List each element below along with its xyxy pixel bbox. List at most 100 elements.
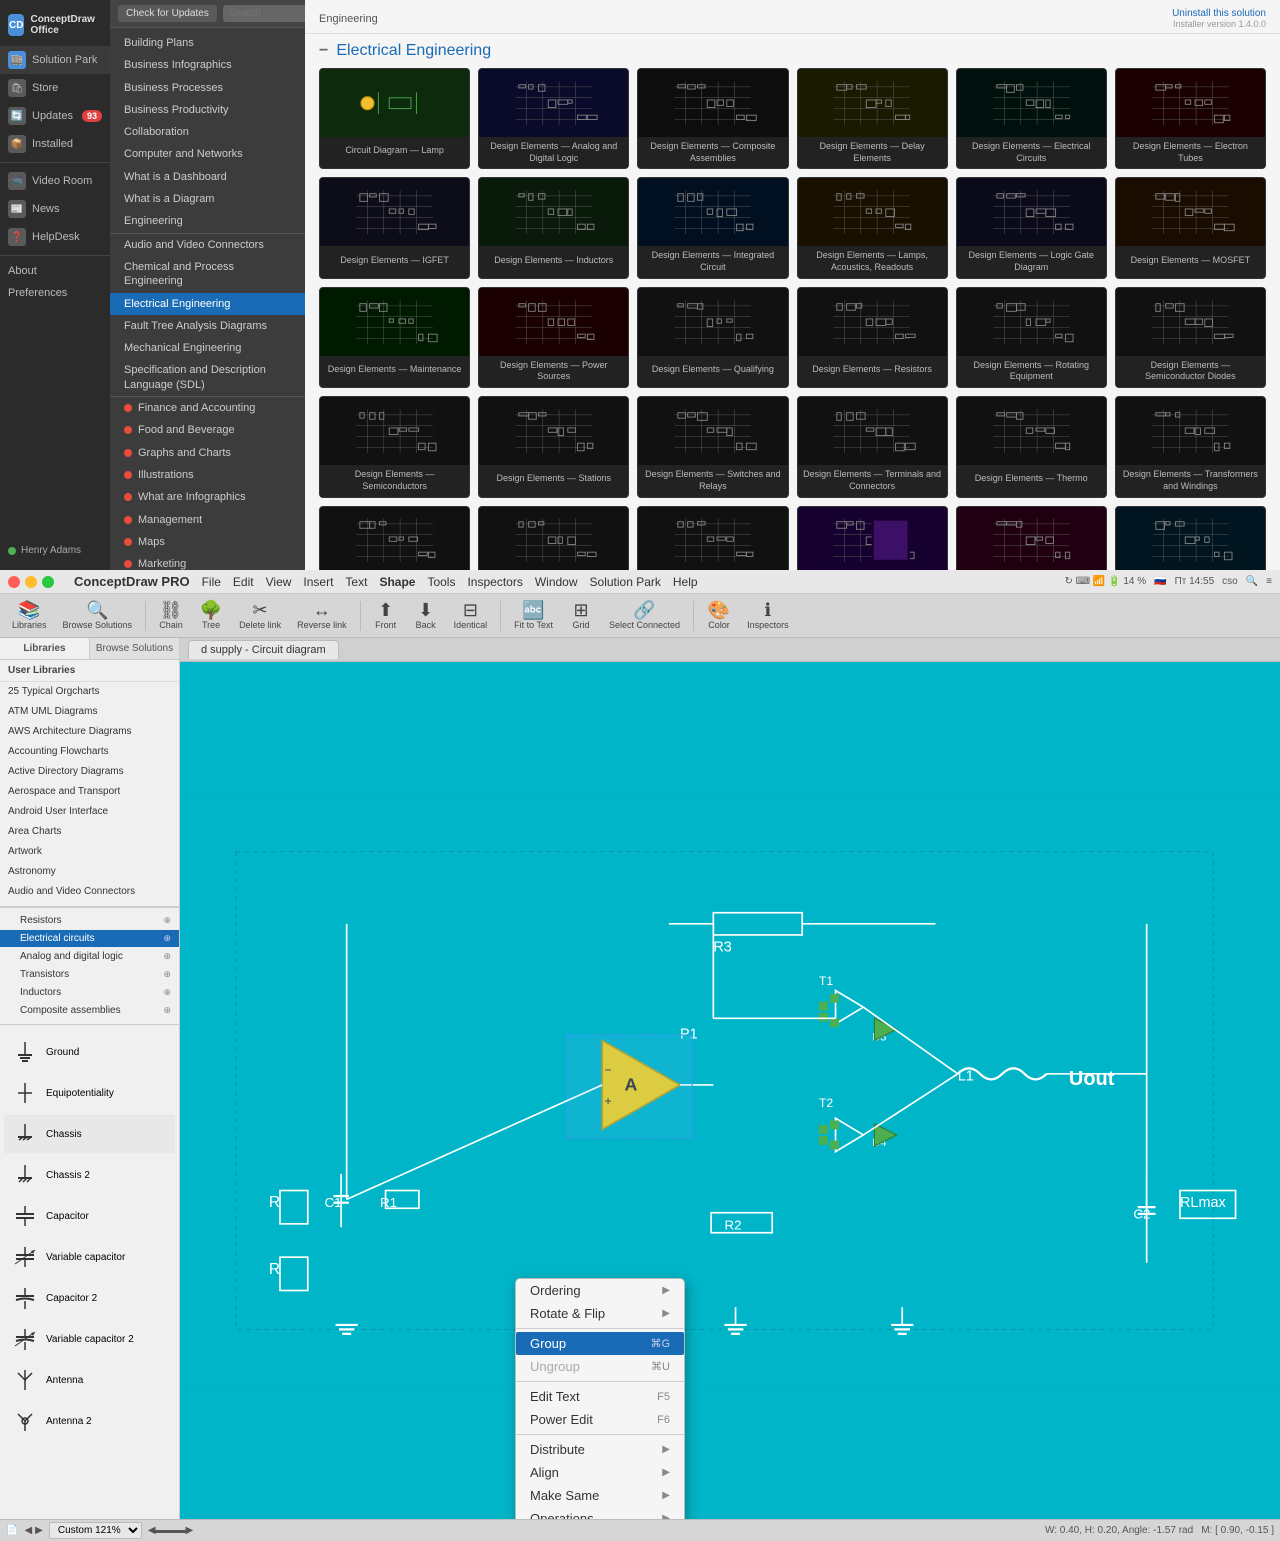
template-card[interactable]: Design Elements — Rotating Equipment [956,287,1107,388]
solution-what-dashboard[interactable]: What is a Dashboard [110,166,305,188]
solution-computer-networks[interactable]: Computer and Networks [110,143,305,165]
solution-business-processes[interactable]: Business Processes [110,77,305,99]
solution-marketing[interactable]: Marketing [110,553,305,570]
toolbar-identical[interactable]: ⊟ Identical [448,599,494,632]
sidebar-item-installed[interactable]: 📦 Installed [0,130,110,158]
template-card[interactable]: Design Elements — Inductors [478,177,629,278]
lib-active-directory[interactable]: Active Directory Diagrams [0,762,179,782]
toolbar-reverse-link[interactable]: ↔ Reverse link [291,599,353,632]
toolbar-color[interactable]: 🎨 Color [701,599,737,632]
shape-antenna-2[interactable]: Antenna 2 [4,1402,175,1441]
menu-list-icon[interactable]: ≡ [1266,576,1272,587]
menu-shape[interactable]: Shape [379,575,415,589]
lib-sub-analog-digital[interactable]: Analog and digital logic ⊕ [0,948,179,966]
toolbar-inspectors[interactable]: ℹ Inspectors [741,599,795,632]
solution-collaboration[interactable]: Collaboration [110,121,305,143]
toolbar-libraries[interactable]: 📚 Libraries [6,599,53,632]
collapse-icon[interactable]: − [319,42,328,60]
solution-business-productivity[interactable]: Business Productivity [110,99,305,121]
tab-libraries[interactable]: Libraries [0,638,90,659]
solution-building-plans[interactable]: Building Plans [110,32,305,54]
cm-align[interactable]: Align ▶ [516,1461,684,1484]
solution-business-infographics[interactable]: Business Infographics [110,54,305,76]
lib-aerospace[interactable]: Aerospace and Transport [0,782,179,802]
next-page-btn[interactable]: ▶ [35,1525,43,1536]
lib-area-charts[interactable]: Area Charts [0,822,179,842]
lib-aws[interactable]: AWS Architecture Diagrams [0,722,179,742]
search-menu-icon[interactable]: 🔍 [1246,576,1258,587]
template-card[interactable]: Design Elements — Logic Gate Diagram [956,177,1107,278]
cm-ordering[interactable]: Ordering ▶ [516,1279,684,1302]
toolbar-fit-to-text[interactable]: 🔤 Fit to Text [508,599,559,632]
template-card[interactable]: Electrical Diagram — 2 Bit ALU [797,506,948,571]
lib-sub-transistors[interactable]: Transistors ⊕ [0,966,179,984]
template-card[interactable]: Design Elements — Qualifying [637,287,788,388]
sidebar-item-preferences[interactable]: Preferences [0,282,110,304]
sidebar-item-helpdesk[interactable]: ❓ HelpDesk [0,223,110,251]
shape-equipotentiality[interactable]: Equipotentiality [4,1074,175,1113]
template-card[interactable]: Design Elements — Stations [478,396,629,497]
shape-chassis-1[interactable]: Chassis [4,1115,175,1154]
toolbar-chain[interactable]: ⛓ Chain [153,599,189,632]
solution-electrical[interactable]: Electrical Engineering [110,293,305,315]
cm-operations[interactable]: Operations ▶ [516,1507,684,1519]
toolbar-front[interactable]: ⬆ Front [368,599,404,632]
template-card[interactable]: Design Elements — Analog and Digital Log… [478,68,629,169]
menu-tools[interactable]: Tools [427,575,455,589]
template-card[interactable]: Design Elements — Lamps, Acoustics, Read… [797,177,948,278]
sidebar-item-news[interactable]: 📰 News [0,195,110,223]
shape-ground[interactable]: Ground [4,1033,175,1072]
template-card[interactable]: Design Elements — Resistors [797,287,948,388]
template-card[interactable]: Design Elements — Electron Tubes [1115,68,1266,169]
cm-rotate-flip[interactable]: Rotate & Flip ▶ [516,1302,684,1325]
sidebar-item-about[interactable]: About [0,260,110,282]
template-card[interactable]: Design Elements — Power Sources [478,287,629,388]
cm-ungroup[interactable]: Ungroup ⌘U [516,1355,684,1378]
shape-variable-capacitor[interactable]: Variable capacitor [4,1238,175,1277]
solution-audio-video[interactable]: Audio and Video Connectors [110,234,305,256]
lib-sub-resistors[interactable]: Resistors ⊕ [0,912,179,930]
shape-capacitor[interactable]: Capacitor [4,1197,175,1236]
lib-atm-uml[interactable]: ATM UML Diagrams [0,702,179,722]
template-card[interactable]: Design Elements — Transistors [319,506,470,571]
solution-chemical[interactable]: Chemical and Process Engineering [110,256,305,293]
minimize-button[interactable] [25,576,37,588]
lib-25-orgcharts[interactable]: 25 Typical Orgcharts [0,682,179,702]
template-card[interactable]: Design Elements — Maintenance [319,287,470,388]
zoom-slider[interactable]: ◀▬▬▬▶ [148,1525,193,1536]
menu-help[interactable]: Help [673,575,698,589]
cm-distribute[interactable]: Distribute ▶ [516,1438,684,1461]
lib-sub-inductors[interactable]: Inductors ⊕ [0,984,179,1002]
template-card[interactable]: Electrical Diagram — Bipolar Current Mir… [956,506,1107,571]
toolbar-tree[interactable]: 🌳 Tree [193,599,229,632]
cm-make-same[interactable]: Make Same ▶ [516,1484,684,1507]
check-updates-button[interactable]: Check for Updates [118,5,217,22]
template-card[interactable]: Design Elements — Semiconductors [319,396,470,497]
lib-artwork[interactable]: Artwork [0,842,179,862]
menu-insert[interactable]: Insert [303,575,333,589]
cm-group[interactable]: Group ⌘G [516,1332,684,1355]
maximize-button[interactable] [42,576,54,588]
menu-solution-park[interactable]: Solution Park [590,575,661,589]
solution-maps[interactable]: Maps [110,531,305,553]
zoom-select[interactable]: Custom 121% 50% 75% 100% 150% 200% [49,1522,142,1539]
toolbar-grid[interactable]: ⊞ Grid [563,599,599,632]
template-card[interactable]: Design Elements — Electrical Circuits [956,68,1107,169]
template-card[interactable]: Circuit Diagram — Lamp [319,68,470,169]
lib-android-ui[interactable]: Android User Interface [0,802,179,822]
template-card[interactable]: Design Elements — Transmission Paths [478,506,629,571]
template-card[interactable]: Design Elements — VHF-UHF-SHF [637,506,788,571]
shape-antenna[interactable]: Antenna [4,1361,175,1400]
template-card[interactable]: Design Elements — Composite Assemblies [637,68,788,169]
cm-power-edit[interactable]: Power Edit F6 [516,1408,684,1431]
solution-food[interactable]: Food and Beverage [110,419,305,441]
tab-browse-solutions[interactable]: Browse Solutions [90,638,179,659]
cm-edit-text[interactable]: Edit Text F5 [516,1385,684,1408]
toolbar-browse-solutions[interactable]: 🔍 Browse Solutions [57,599,139,632]
menu-edit[interactable]: Edit [233,575,254,589]
toolbar-select-connected[interactable]: 🔗 Select Connected [603,599,686,632]
shape-chassis-2[interactable]: Chassis 2 [4,1156,175,1195]
shape-variable-capacitor-2[interactable]: Variable capacitor 2 [4,1320,175,1359]
solution-fault-tree[interactable]: Fault Tree Analysis Diagrams [110,315,305,337]
solution-graphs[interactable]: Graphs and Charts [110,442,305,464]
